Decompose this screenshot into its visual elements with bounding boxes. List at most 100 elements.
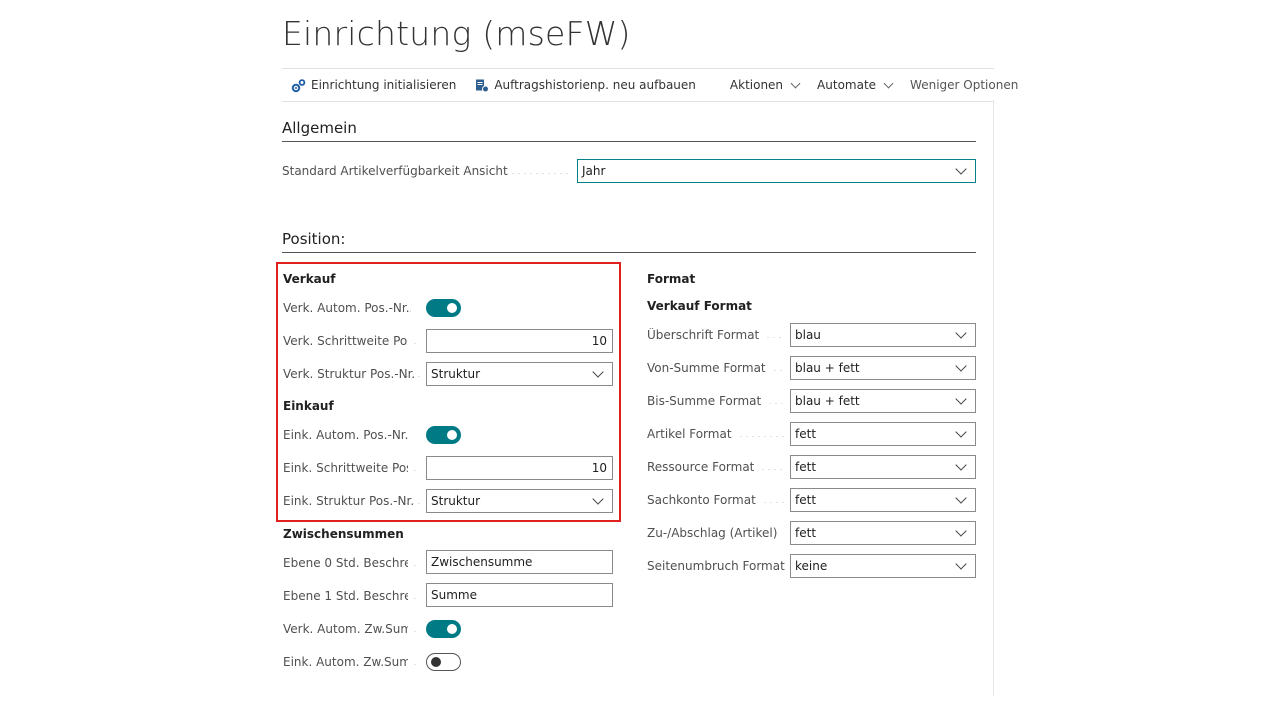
verk-struct-select[interactable]: Struktur bbox=[426, 362, 613, 386]
leader-dots bbox=[492, 173, 572, 174]
format-select-value: fett bbox=[795, 460, 817, 474]
ebene0-value: Zwischensumme bbox=[431, 555, 533, 569]
ebene1-input[interactable]: Summe bbox=[426, 583, 613, 607]
format-select[interactable]: fett bbox=[790, 521, 976, 545]
eink-zwsum-toggle[interactable] bbox=[426, 653, 461, 671]
format-select[interactable]: blau bbox=[790, 323, 976, 347]
chevron-down-icon bbox=[955, 359, 967, 372]
section-allgemein[interactable]: Allgemein bbox=[282, 119, 976, 142]
format-select[interactable]: blau + fett bbox=[790, 356, 976, 380]
fewer-options-label: Weniger Optionen bbox=[910, 78, 1019, 92]
format-row-label: Von-Summe Format bbox=[647, 361, 766, 375]
document-refresh-icon bbox=[474, 78, 490, 93]
format-row-label: Zu-/Abschlag (Artikel) bbox=[647, 526, 778, 540]
leader-dots bbox=[404, 376, 420, 377]
format-select-value: blau bbox=[795, 328, 821, 342]
format-row-label: Sachkonto Format bbox=[647, 493, 756, 507]
verk-step-value: 10 bbox=[591, 334, 607, 348]
ansicht-select[interactable]: Jahr bbox=[577, 159, 976, 183]
ebene0-input[interactable]: Zwischensumme bbox=[426, 550, 613, 574]
chevron-down-icon bbox=[955, 557, 967, 570]
leader-dots bbox=[412, 565, 420, 566]
format-row-label: Ressource Format bbox=[647, 460, 755, 474]
ansicht-label: Standard Artikelverfügbarkeit Ansicht bbox=[282, 164, 508, 178]
format-select-value: fett bbox=[795, 526, 817, 540]
verkauf-heading: Verkauf bbox=[283, 272, 336, 286]
chevron-down-icon bbox=[592, 492, 604, 505]
format-heading: Format bbox=[647, 272, 696, 286]
verkauf-format-heading: Verkauf Format bbox=[647, 299, 752, 313]
rebuild-history-button[interactable]: Auftragshistorienp. neu aufbauen bbox=[465, 69, 705, 101]
leader-dots bbox=[783, 535, 784, 536]
chevron-down-icon bbox=[955, 491, 967, 504]
verk-struct-value: Struktur bbox=[431, 367, 481, 381]
verk-zwsum-label: Verk. Autom. Zw.Sum... bbox=[283, 622, 408, 636]
leader-dots bbox=[762, 502, 784, 503]
einkauf-heading: Einkauf bbox=[283, 399, 334, 413]
format-select[interactable]: fett bbox=[790, 422, 976, 446]
format-row-label: Seitenumbruch Format bbox=[647, 559, 785, 573]
leader-dots bbox=[412, 664, 420, 665]
chevron-down-icon bbox=[883, 78, 894, 88]
leader-dots bbox=[412, 631, 420, 632]
format-select[interactable]: blau + fett bbox=[790, 389, 976, 413]
leader-dots bbox=[760, 469, 784, 470]
aktionen-menu[interactable]: Aktionen bbox=[721, 69, 808, 101]
ebene0-label: Ebene 0 Std. Beschrei... bbox=[283, 556, 408, 570]
eink-struct-select[interactable]: Struktur bbox=[426, 489, 613, 513]
leader-dots bbox=[404, 503, 420, 504]
eink-auto-label: Eink. Autom. Pos.-Nr. ... bbox=[283, 428, 411, 442]
init-setup-button[interactable]: Einrichtung initialisieren bbox=[282, 69, 465, 101]
chevron-down-icon bbox=[955, 524, 967, 537]
eink-struct-label: Eink. Struktur Pos.-Nr. bbox=[283, 494, 415, 508]
verk-auto-label: Verk. Autom. Pos.-Nr.... bbox=[283, 301, 411, 315]
format-select-value: blau + fett bbox=[795, 361, 860, 375]
aktionen-label: Aktionen bbox=[729, 78, 784, 92]
section-position[interactable]: Position: bbox=[282, 230, 976, 253]
chevron-down-icon bbox=[955, 326, 967, 339]
format-select[interactable]: keine bbox=[790, 554, 976, 578]
chevron-down-icon bbox=[955, 425, 967, 438]
gears-icon bbox=[291, 78, 306, 93]
chevron-down-icon bbox=[955, 392, 967, 405]
eink-step-input[interactable]: 10 bbox=[426, 456, 613, 480]
eink-step-label: Eink. Schrittweite Pos... bbox=[283, 461, 408, 475]
chevron-down-icon bbox=[955, 458, 967, 471]
chevron-down-icon bbox=[955, 162, 967, 175]
verk-struct-label: Verk. Struktur Pos.-Nr. bbox=[283, 367, 416, 381]
automate-menu[interactable]: Automate bbox=[808, 69, 901, 101]
fewer-options-button[interactable]: Weniger Optionen bbox=[901, 69, 1027, 101]
leader-dots bbox=[412, 470, 420, 471]
eink-zwsum-label: Eink. Autom. Zw.Sum... bbox=[283, 655, 408, 669]
verk-step-label: Verk. Schrittweite Pos... bbox=[283, 334, 408, 348]
verk-auto-toggle[interactable] bbox=[426, 299, 461, 317]
chevron-down-icon bbox=[592, 365, 604, 378]
eink-step-value: 10 bbox=[591, 461, 607, 475]
content-border bbox=[993, 100, 994, 696]
eink-struct-value: Struktur bbox=[431, 494, 481, 508]
rebuild-history-label: Auftragshistorienp. neu aufbauen bbox=[494, 78, 696, 92]
leader-dots bbox=[765, 337, 784, 338]
format-select[interactable]: fett bbox=[790, 488, 976, 512]
format-row-label: Überschrift Format bbox=[647, 328, 760, 342]
leader-dots bbox=[772, 370, 784, 371]
ansicht-value: Jahr bbox=[582, 164, 606, 178]
format-select-value: fett bbox=[795, 493, 817, 507]
format-row-label: Artikel Format bbox=[647, 427, 732, 441]
page-title: Einrichtung (mseFW) bbox=[282, 14, 631, 53]
verk-zwsum-toggle[interactable] bbox=[426, 620, 461, 638]
init-setup-label: Einrichtung initialisieren bbox=[311, 78, 457, 92]
leader-dots bbox=[412, 343, 420, 344]
format-select[interactable]: fett bbox=[790, 455, 976, 479]
verk-step-input[interactable]: 10 bbox=[426, 329, 613, 353]
format-select-value: keine bbox=[795, 559, 828, 573]
action-bar: Einrichtung initialisieren Auftragshisto… bbox=[282, 68, 1018, 102]
chevron-down-icon bbox=[790, 78, 801, 88]
leader-dots bbox=[412, 598, 420, 599]
ebene1-label: Ebene 1 Std. Beschrei... bbox=[283, 589, 408, 603]
eink-auto-toggle[interactable] bbox=[426, 426, 461, 444]
automate-label: Automate bbox=[817, 78, 877, 92]
zwischensummen-heading: Zwischensummen bbox=[283, 527, 404, 541]
format-row-label: Bis-Summe Format bbox=[647, 394, 762, 408]
ebene1-value: Summe bbox=[431, 588, 477, 602]
